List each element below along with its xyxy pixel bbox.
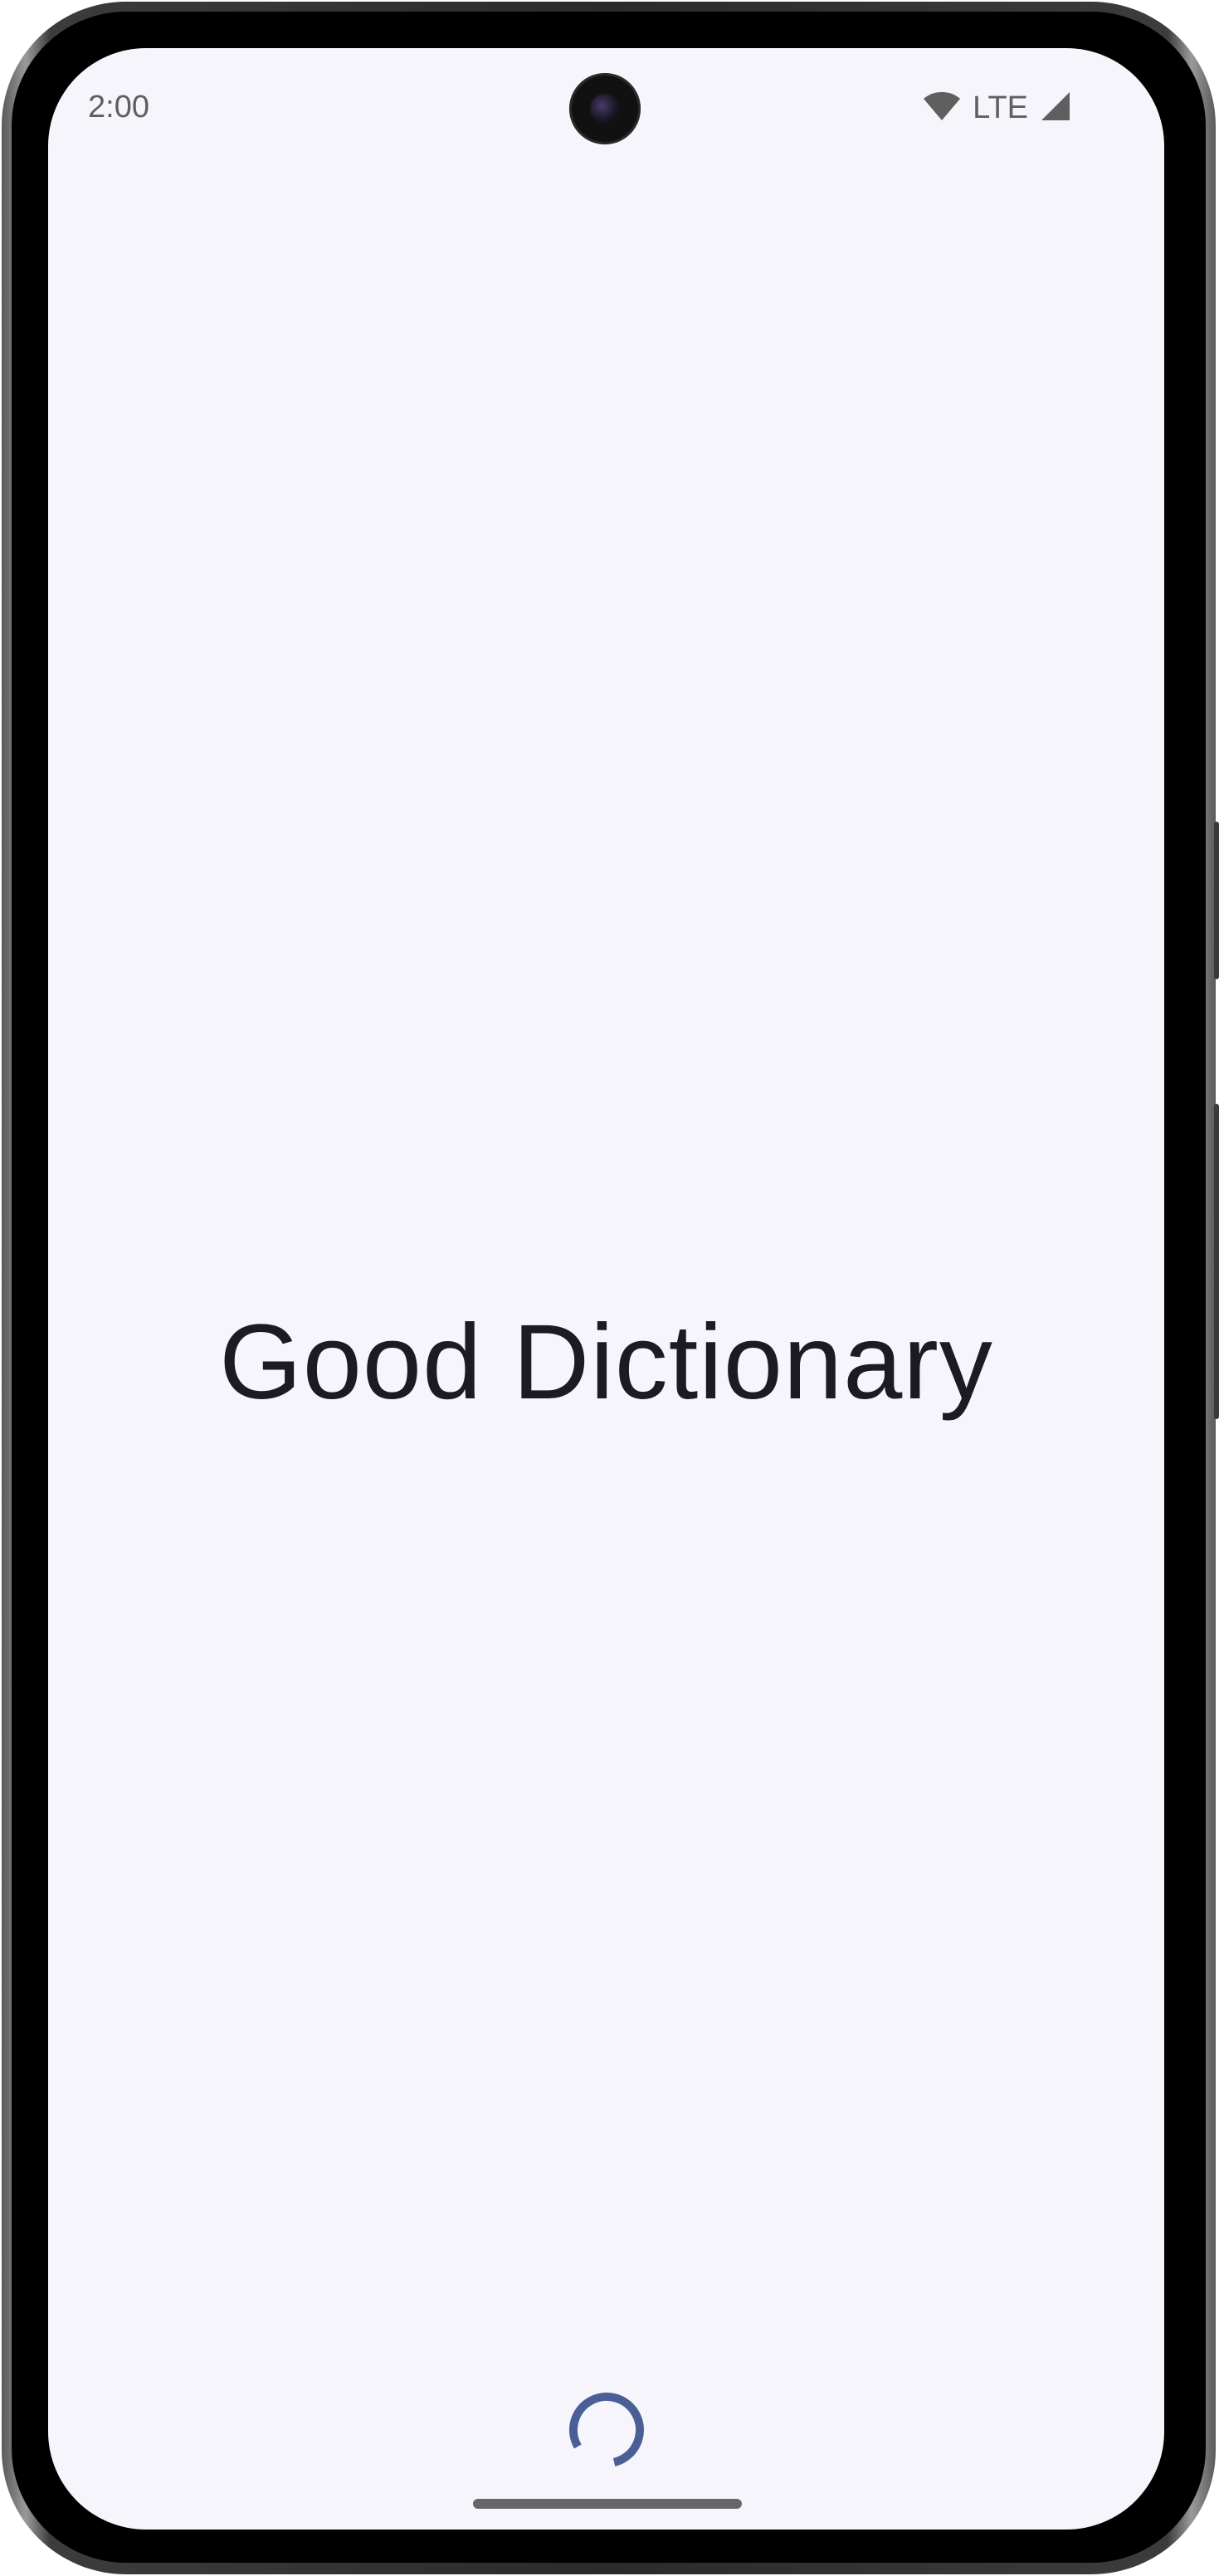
cellular-signal-icon <box>1040 90 1071 126</box>
volume-button <box>1214 822 1219 979</box>
camera-lens <box>590 94 620 124</box>
phone-device: 2:00 LTE Good Dictionary <box>0 0 1219 2576</box>
home-indicator[interactable] <box>473 2499 742 2509</box>
app-screen: 2:00 LTE Good Dictionary <box>48 48 1164 2530</box>
app-title: Good Dictionary <box>219 1303 993 1422</box>
status-time: 2:00 <box>88 90 149 124</box>
status-icons: LTE <box>923 91 1071 124</box>
network-type: LTE <box>973 90 1028 125</box>
front-camera-icon <box>569 73 641 144</box>
wifi-icon <box>923 90 961 126</box>
power-button <box>1214 1104 1219 1419</box>
loading-spinner-icon <box>565 2388 648 2471</box>
